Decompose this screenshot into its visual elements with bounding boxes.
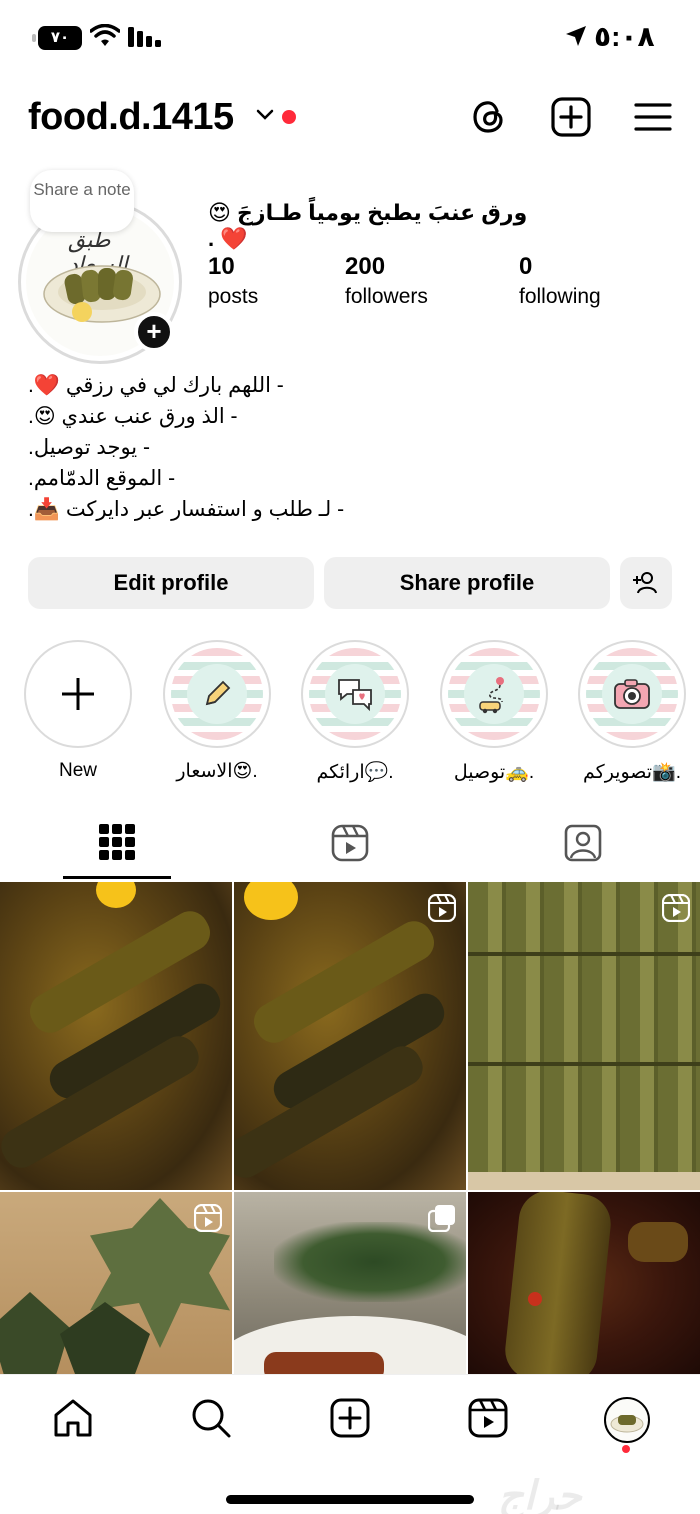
threads-icon[interactable] [468, 96, 510, 138]
post-thumbnail[interactable] [234, 882, 466, 1190]
location-arrow-icon [566, 26, 586, 46]
status-bar: ٧٠ ٥:٠٨ [0, 0, 700, 80]
grid-icon[interactable] [99, 824, 135, 860]
post-thumbnail[interactable] [0, 1192, 232, 1374]
profile-avatar-icon[interactable] [604, 1397, 650, 1443]
tagged-icon[interactable] [564, 824, 602, 862]
signal-icon [128, 27, 161, 47]
stat-label: followers [345, 285, 428, 308]
highlight-label: توصيل🚕. [453, 762, 535, 783]
post-thumbnail[interactable] [234, 1192, 466, 1374]
reels-nav-icon[interactable] [467, 1397, 509, 1439]
highlight-photos[interactable]: تصويركم📸. [578, 640, 686, 784]
stat-label: following [519, 285, 601, 308]
bottom-nav: حراج [0, 1374, 700, 1514]
create-icon[interactable] [329, 1397, 371, 1439]
stat-value: 0 [519, 253, 533, 280]
plus-icon [62, 678, 94, 710]
post-thumbnail[interactable] [468, 1192, 700, 1374]
bio-line: - الموقع الدمّامم. [28, 467, 176, 490]
wifi-icon [90, 24, 120, 46]
profile-header: food.d.1415 [0, 90, 700, 146]
add-person-icon [633, 572, 657, 594]
avatar-dish-thumb [610, 1415, 644, 1433]
new-highlight-circle [24, 640, 132, 748]
post-thumbnail[interactable] [0, 882, 232, 1190]
home-indicator[interactable] [226, 1495, 474, 1504]
bio-line: - اللهم بارك لي في رزقي ❤️. [28, 374, 284, 397]
highlight-label: New [58, 760, 97, 781]
chevron-down-icon[interactable] [255, 108, 275, 122]
bio: - اللهم بارك لي في رزقي ❤️. - الذ ورق عن… [28, 370, 428, 525]
pencil-icon [205, 680, 231, 706]
stat-posts[interactable]: 10 posts [208, 253, 258, 309]
status-time: ٥:٠٨ [594, 21, 655, 52]
search-icon[interactable] [190, 1397, 232, 1439]
highlight-prices[interactable]: الاسعار😍. [163, 640, 271, 783]
bio-line: - الذ ورق عنب عندي 😍. [28, 405, 238, 428]
chat-bubbles-icon [338, 679, 372, 712]
stat-label: posts [208, 285, 259, 308]
highlight-label: تصويركم📸. [583, 762, 681, 783]
highlight-delivery[interactable]: توصيل🚕. [440, 640, 548, 784]
notification-dot [282, 110, 296, 124]
home-icon[interactable] [52, 1397, 94, 1439]
share-note-bubble[interactable]: Share a note [30, 170, 134, 232]
carousel-badge-icon [428, 1205, 455, 1232]
content-tabs [0, 812, 700, 882]
camera-icon [614, 679, 650, 709]
watermark-logo: حراج [498, 1474, 582, 1514]
profile-notification-dot [622, 1445, 630, 1453]
menu-icon[interactable] [632, 96, 674, 138]
active-tab-indicator [63, 876, 171, 879]
edit-profile-button[interactable]: Edit profile [28, 557, 314, 609]
highlight-new[interactable]: New [24, 640, 132, 782]
reel-badge-icon [194, 1204, 222, 1232]
highlight-label: ارائكم💬. [316, 762, 394, 783]
share-profile-button[interactable]: Share profile [324, 557, 610, 609]
highlight-label: الاسعار😍. [176, 761, 258, 782]
battery-indicator: ٧٠ [32, 26, 82, 50]
bio-line: - يوجد توصيل. [28, 436, 150, 459]
stat-following[interactable]: 0 following [519, 253, 601, 309]
post-thumbnail[interactable] [468, 882, 700, 1190]
reel-badge-icon [662, 894, 690, 922]
stat-followers[interactable]: 200 followers [345, 253, 428, 309]
add-story-button[interactable]: + [134, 312, 174, 352]
discover-people-button[interactable] [620, 557, 672, 609]
highlight-reviews[interactable]: ارائكم💬. [301, 640, 409, 784]
username[interactable]: food.d.1415 [28, 96, 234, 139]
reel-badge-icon [428, 894, 456, 922]
delivery-route-icon [479, 677, 504, 714]
stat-value: 200 [345, 253, 386, 280]
bio-line: - لـ طلب و استفسار عبر دايركت 📥. [28, 498, 345, 521]
display-name: ورق عنبَ يطبخ يومياً طـازجَ 😍❤️ . [208, 200, 528, 251]
posts-grid [0, 882, 700, 1374]
new-post-icon[interactable] [550, 96, 592, 138]
stat-value: 10 [208, 253, 235, 280]
reels-icon[interactable] [331, 824, 369, 862]
